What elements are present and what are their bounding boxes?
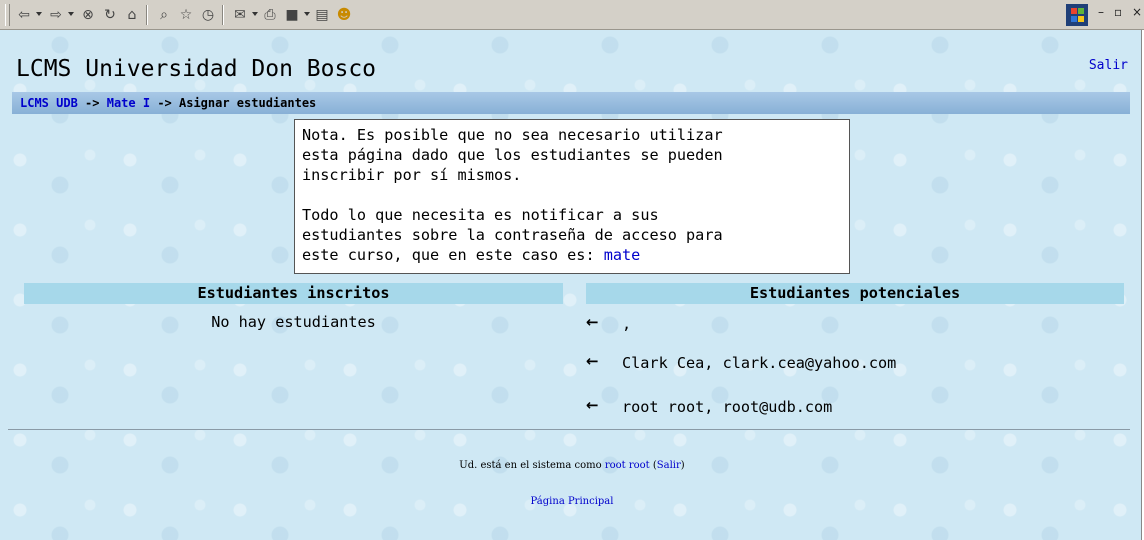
- note-line: Nota. Es posible que no sea necesario ut…: [302, 126, 723, 144]
- login-info-text: ): [680, 460, 685, 471]
- footer-divider: [8, 429, 1130, 430]
- messenger-icon[interactable]: ☻: [334, 5, 354, 25]
- mail-dropdown-icon[interactable]: [252, 12, 258, 16]
- refresh-icon[interactable]: ↻: [100, 5, 120, 25]
- note-line: estudiantes sobre la contraseña de acces…: [302, 226, 723, 244]
- edit-dropdown-icon[interactable]: [304, 12, 310, 16]
- footer-logout-link[interactable]: Salir: [657, 460, 681, 471]
- breadcrumb: LCMS UDB -> Mate I -> Asignar estudiante…: [12, 92, 1130, 114]
- forward-dropdown-icon[interactable]: [68, 12, 74, 16]
- edit-icon[interactable]: ■: [282, 5, 302, 25]
- mail-icon[interactable]: ✉: [230, 5, 250, 25]
- restore-icon[interactable]: ▫: [1114, 6, 1122, 18]
- potential-student-name: ,: [622, 315, 632, 333]
- potential-students-header: Estudiantes potenciales: [586, 283, 1124, 304]
- home-link-container: Página Principal: [0, 496, 1144, 507]
- note-line: esta página dado que los estudiantes se …: [302, 146, 723, 164]
- login-info: Ud. está en el sistema como root root (S…: [0, 460, 1144, 471]
- back-dropdown-icon[interactable]: [36, 12, 42, 16]
- toolbar-separator: [146, 5, 148, 25]
- login-info-text: (: [649, 460, 657, 471]
- minimize-icon[interactable]: –: [1098, 6, 1104, 18]
- logout-link[interactable]: Salir: [1089, 58, 1128, 73]
- home-icon[interactable]: ⌂: [122, 5, 142, 25]
- home-page-link[interactable]: Página Principal: [531, 496, 614, 507]
- no-students-text: No hay estudiantes: [211, 313, 376, 331]
- enrolled-students-header: Estudiantes inscritos: [24, 283, 563, 304]
- stop-icon[interactable]: ⊗: [78, 5, 98, 25]
- discuss-icon[interactable]: ▤: [312, 5, 332, 25]
- site-title: LCMS Universidad Don Bosco: [16, 56, 377, 82]
- note-line: Todo lo que necesita es notificar a sus: [302, 206, 659, 224]
- note-box: Nota. Es posible que no sea necesario ut…: [294, 119, 850, 274]
- potential-student-name: root root, root@udb.com: [622, 398, 833, 416]
- potential-student-row: ← ,: [586, 313, 1124, 335]
- breadcrumb-current: Asignar estudiantes: [179, 96, 317, 110]
- login-info-text: Ud. está en el sistema como: [459, 460, 605, 471]
- user-profile-link[interactable]: root root: [605, 460, 650, 471]
- search-icon[interactable]: ⌕: [154, 5, 174, 25]
- favorites-icon[interactable]: ☆: [176, 5, 196, 25]
- enroll-arrow-button[interactable]: ←: [586, 396, 599, 414]
- browser-toolbar: ⇦ ⇨ ⊗ ↻ ⌂ ⌕ ☆ ◷ ✉ ⎙ ■ ▤ ☻ – ▫ ×: [0, 0, 1144, 30]
- print-icon[interactable]: ⎙: [260, 5, 280, 25]
- breadcrumb-separator: ->: [157, 96, 172, 110]
- breadcrumb-course-link[interactable]: Mate I: [107, 96, 150, 110]
- enroll-arrow-button[interactable]: ←: [586, 352, 599, 370]
- enroll-arrow-button[interactable]: ←: [586, 313, 599, 331]
- toolbar-separator: [222, 5, 224, 25]
- forward-icon[interactable]: ⇨: [46, 5, 66, 25]
- potential-student-row: ← Clark Cea, clark.cea@yahoo.com: [586, 352, 1124, 374]
- windows-logo-icon: [1066, 4, 1088, 26]
- breadcrumb-home-link[interactable]: LCMS UDB: [20, 96, 78, 110]
- toolbar-grip[interactable]: [5, 4, 10, 26]
- breadcrumb-separator: ->: [85, 96, 100, 110]
- potential-student-name: Clark Cea, clark.cea@yahoo.com: [622, 354, 897, 372]
- note-line: inscribir por sí mismos.: [302, 166, 522, 184]
- potential-student-row: ← root root, root@udb.com: [586, 396, 1124, 418]
- course-password: mate: [603, 246, 641, 264]
- close-icon[interactable]: ×: [1132, 6, 1142, 18]
- history-icon[interactable]: ◷: [198, 5, 218, 25]
- back-icon[interactable]: ⇦: [14, 5, 34, 25]
- note-paragraph-1: Nota. Es posible que no sea necesario ut…: [302, 125, 849, 185]
- note-line: este curso, que en este caso es:: [302, 246, 604, 264]
- note-paragraph-2: Todo lo que necesita es notificar a sus …: [302, 205, 849, 265]
